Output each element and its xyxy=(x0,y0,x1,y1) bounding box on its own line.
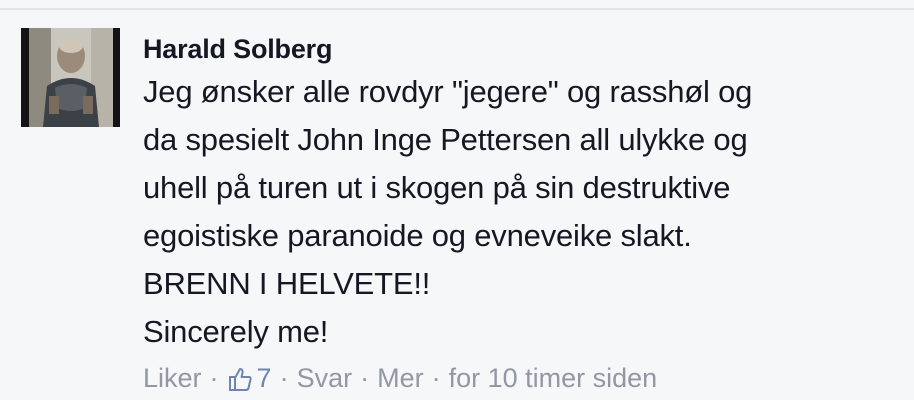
author-name[interactable]: Harald Solberg xyxy=(143,30,903,68)
separator: · xyxy=(279,363,289,393)
comment-body: Harald Solberg Jeg ønsker alle rovdyr "j… xyxy=(143,30,903,356)
comment-text-line: Sincerely me! xyxy=(143,314,329,349)
more-button[interactable]: Mer xyxy=(377,360,424,396)
timestamp[interactable]: for 10 timer siden xyxy=(449,360,658,396)
like-count[interactable]: 7 xyxy=(257,360,272,396)
avatar-photo xyxy=(21,28,120,127)
separator: · xyxy=(360,363,370,393)
separator: · xyxy=(209,363,219,393)
reply-button[interactable]: Svar xyxy=(297,360,353,396)
comment-text-line: Jeg ønsker alle rovdyr "jegere" og rassh… xyxy=(143,74,753,109)
comment-actions: Liker · 7 · Svar · Mer · for 10 timer si… xyxy=(143,360,657,396)
comment: Harald Solberg Jeg ønsker alle rovdyr "j… xyxy=(0,0,914,400)
comment-text-line: BRENN I HELVETE!! xyxy=(143,266,431,301)
avatar[interactable] xyxy=(21,28,120,127)
separator: · xyxy=(431,363,441,393)
comment-text-line: da spesielt John Inge Pettersen all ulyk… xyxy=(143,122,748,157)
divider xyxy=(0,8,914,10)
thumbs-up-icon[interactable] xyxy=(227,365,253,391)
comment-text-line: egoistiske paranoide og evneveike slakt. xyxy=(143,218,692,253)
like-button[interactable]: Liker xyxy=(143,360,202,396)
comment-text-line: uhell på turen ut i skogen på sin destru… xyxy=(143,170,731,205)
